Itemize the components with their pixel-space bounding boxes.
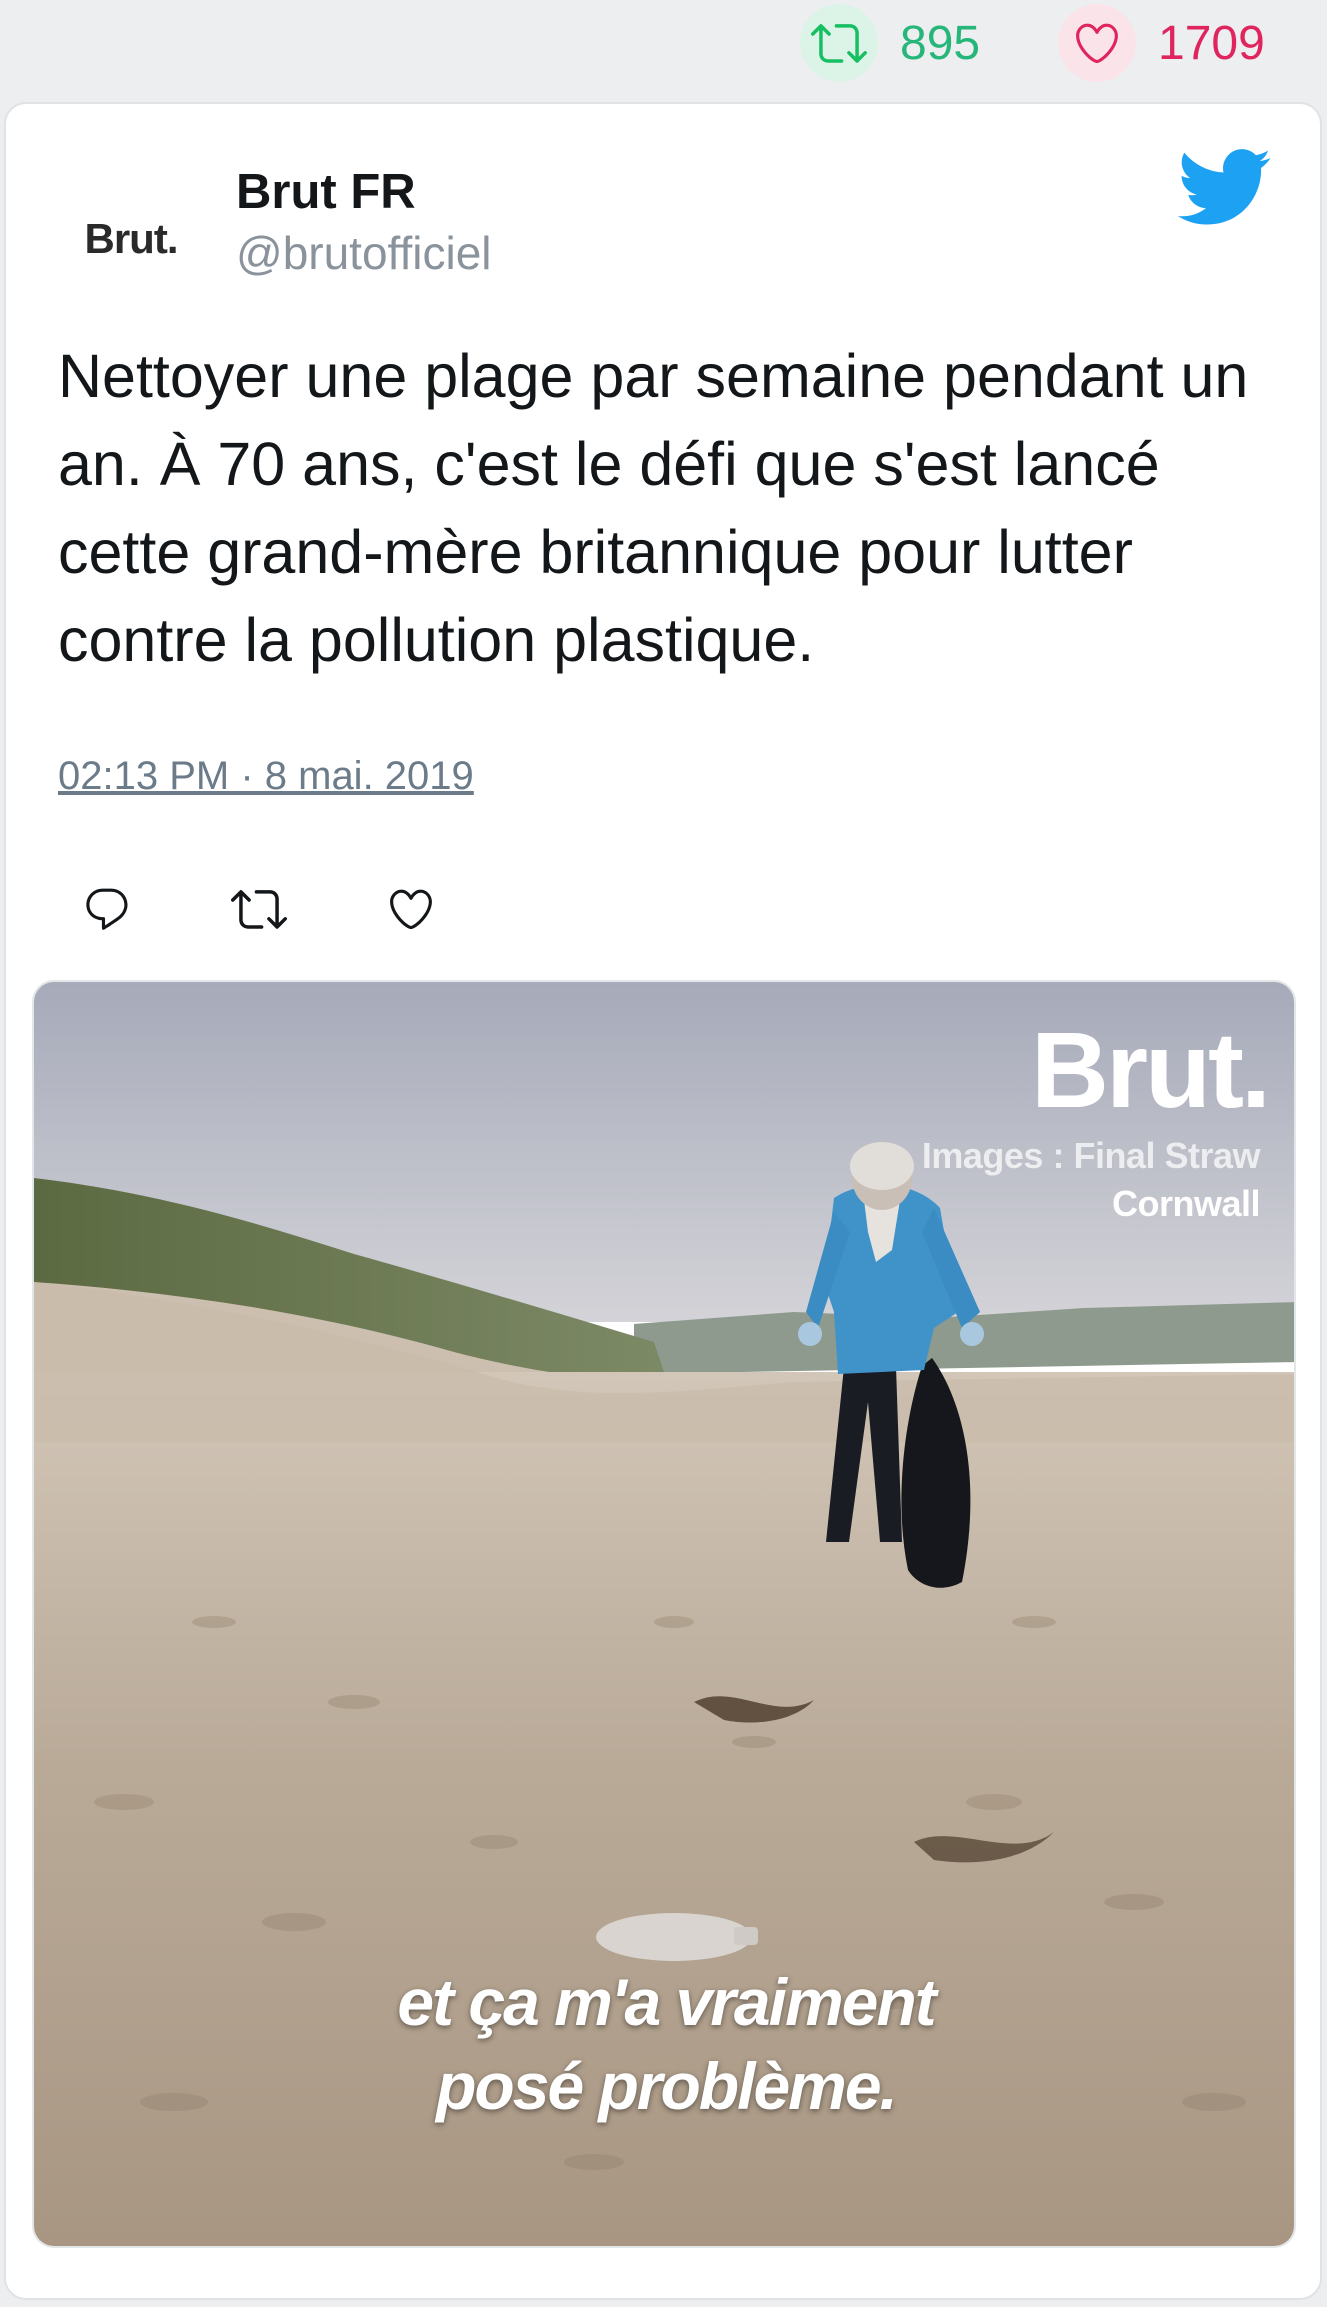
tweet-text: Nettoyer une plage par semaine pendant u…: [58, 342, 1249, 674]
retweet-stat[interactable]: 895: [800, 4, 981, 82]
image-credit: Images : Final Straw Cornwall: [921, 1132, 1261, 1228]
tweet-actions: [72, 874, 528, 944]
tweet-media-video[interactable]: Brut. Images : Final Straw Cornwall et ç…: [32, 980, 1296, 2248]
subtitle-line-2: posé problème.: [436, 2049, 898, 2123]
author-handle[interactable]: @brutofficiel: [236, 226, 492, 280]
retweet-icon: [800, 4, 878, 82]
avatar-logo: Brut.: [84, 215, 179, 262]
avatar[interactable]: Brut.: [46, 174, 216, 304]
credit-line-2: Cornwall: [1111, 1183, 1261, 1224]
engagement-stats: 895 1709: [0, 0, 1327, 96]
heart-icon: [390, 889, 432, 930]
credit-line-1: Images : Final Straw: [921, 1135, 1261, 1176]
reply-button[interactable]: [72, 874, 142, 944]
retweet-button[interactable]: [224, 874, 294, 944]
like-count: 1709: [1158, 16, 1265, 70]
retweet-count: 895: [900, 16, 981, 70]
like-button[interactable]: [376, 874, 446, 944]
author-name[interactable]: Brut FR: [236, 164, 416, 220]
video-subtitle: et ça m'a vraiment posé problème.: [34, 1960, 1294, 2128]
tweet-card: Brut. Brut FR @brutofficiel Nettoyer une…: [4, 102, 1322, 2300]
tweet-timestamp[interactable]: 02:13 PM · 8 mai. 2019: [58, 754, 474, 799]
heart-icon: [1058, 4, 1136, 82]
retweet-icon: [231, 890, 287, 929]
subtitle-line-1: et ça m'a vraiment: [397, 1965, 936, 2039]
reply-icon: [86, 888, 128, 930]
twitter-bird-icon[interactable]: [1174, 146, 1272, 232]
like-stat[interactable]: 1709: [1058, 4, 1265, 82]
brut-watermark: Brut.: [1031, 1009, 1271, 1130]
